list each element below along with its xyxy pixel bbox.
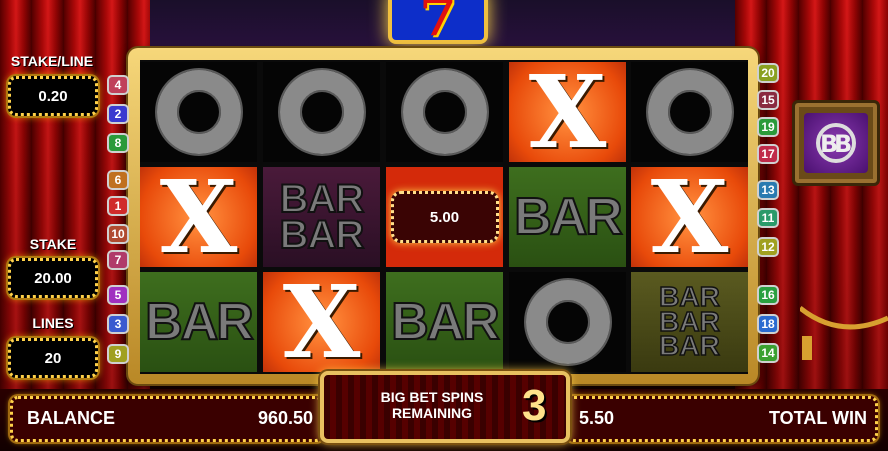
payline-marker: 19: [757, 117, 779, 137]
x-symbol: X: [159, 167, 238, 267]
ring-symbol-icon: [647, 70, 732, 154]
ring-symbol-icon: [156, 70, 241, 154]
payline-marker: 1: [107, 196, 129, 216]
reel-cell: BAR: [386, 272, 503, 372]
payline-marker: 4: [107, 75, 129, 95]
reel-cell: 5.00: [386, 167, 503, 267]
x-symbol: X: [650, 167, 729, 267]
win-amount-badge: 5.00: [390, 191, 499, 243]
payline-marker: 8: [107, 133, 129, 153]
reel-cell: BAR: [140, 272, 257, 372]
bar-symbol: BAR: [279, 213, 366, 257]
stake-line-value: 0.20: [38, 87, 68, 105]
reel-cell: X: [140, 167, 257, 267]
bar-symbol: BAR: [513, 187, 624, 247]
payline-marker: 11: [757, 208, 779, 228]
bb-logo-glyph: B B: [816, 123, 856, 163]
payline-marker: 20: [757, 63, 779, 83]
stake-label: STAKE: [29, 236, 77, 252]
payline-marker: 9: [107, 344, 129, 364]
reel-cell: X: [263, 272, 380, 372]
stake-line-label: STAKE/LINE: [10, 53, 94, 69]
balance-label: BALANCE: [27, 408, 115, 428]
payline-marker: 12: [757, 237, 779, 257]
total-win-panel: 5.50 TOTAL WIN: [566, 396, 878, 442]
stake-value: 20.00: [34, 269, 72, 287]
reel-area: X BAR BAR BAR X 5.00 BAR X BAR X BAR BAR BAR: [140, 60, 748, 374]
win-value: 5.50: [579, 408, 615, 428]
payline-marker: 14: [757, 343, 779, 363]
bar-symbol: BAR: [279, 177, 366, 221]
payline-marker: 13: [757, 180, 779, 200]
reel-cell: BAR: [509, 167, 626, 267]
big-bet-panel: BIG BET SPINS REMAINING 3: [320, 371, 570, 443]
payline-marker: 15: [757, 90, 779, 110]
bar-symbol: BAR: [390, 292, 501, 352]
bar-symbol: BAR: [144, 292, 255, 352]
reel-cell: [140, 62, 257, 162]
reel-cell: [631, 62, 748, 162]
lines-label: LINES: [32, 315, 74, 331]
x-symbol: X: [282, 272, 361, 372]
big-bet-label: BIG BET SPINS REMAINING: [380, 389, 484, 422]
reel-cell: BAR BAR: [263, 167, 380, 267]
reel-cell: BAR BAR BAR: [631, 272, 748, 372]
reel-cell: [509, 272, 626, 372]
stake-line-display[interactable]: 0.20: [8, 76, 98, 116]
payline-marker: 7: [107, 250, 129, 270]
stake-display[interactable]: 20.00: [8, 258, 98, 298]
lines-value: 20: [44, 349, 62, 367]
reel-cell: X: [509, 62, 626, 162]
seven-glyph: 7: [419, 0, 457, 48]
payline-marker: 17: [757, 144, 779, 164]
payline-marker: 6: [107, 170, 129, 190]
svg-text:B: B: [834, 130, 852, 158]
ring-symbol-icon: [525, 280, 610, 364]
total-win-label: TOTAL WIN: [769, 408, 867, 428]
ring-symbol-icon: [279, 70, 364, 154]
bb-logo-icon: B B: [792, 100, 880, 186]
balance-value: 960.50: [257, 408, 313, 428]
payline-marker: 10: [107, 224, 129, 244]
bb-logo-badge: B B: [804, 113, 868, 173]
payline-marker: 2: [107, 104, 129, 124]
big-bet-count: 3: [522, 381, 547, 430]
reel-cell: X: [631, 167, 748, 267]
payline-marker: 18: [757, 314, 779, 334]
seven-icon: 7: [388, 0, 488, 44]
payline-marker: 16: [757, 285, 779, 305]
triple-bar-symbol: BAR BAR BAR: [658, 282, 720, 362]
payline-marker: 5: [107, 285, 129, 305]
payline-marker: 3: [107, 314, 129, 334]
double-bar-symbol: BAR BAR: [279, 177, 366, 257]
reel-cell: [263, 62, 380, 162]
reel-cell: [386, 62, 503, 162]
ring-symbol-icon: [402, 70, 487, 154]
balance-panel: BALANCE 960.50: [10, 396, 324, 442]
x-symbol: X: [528, 62, 607, 162]
bar-symbol: BAR: [658, 330, 720, 362]
curtain-rope-icon: [800, 306, 888, 360]
lines-display[interactable]: 20: [8, 338, 98, 378]
